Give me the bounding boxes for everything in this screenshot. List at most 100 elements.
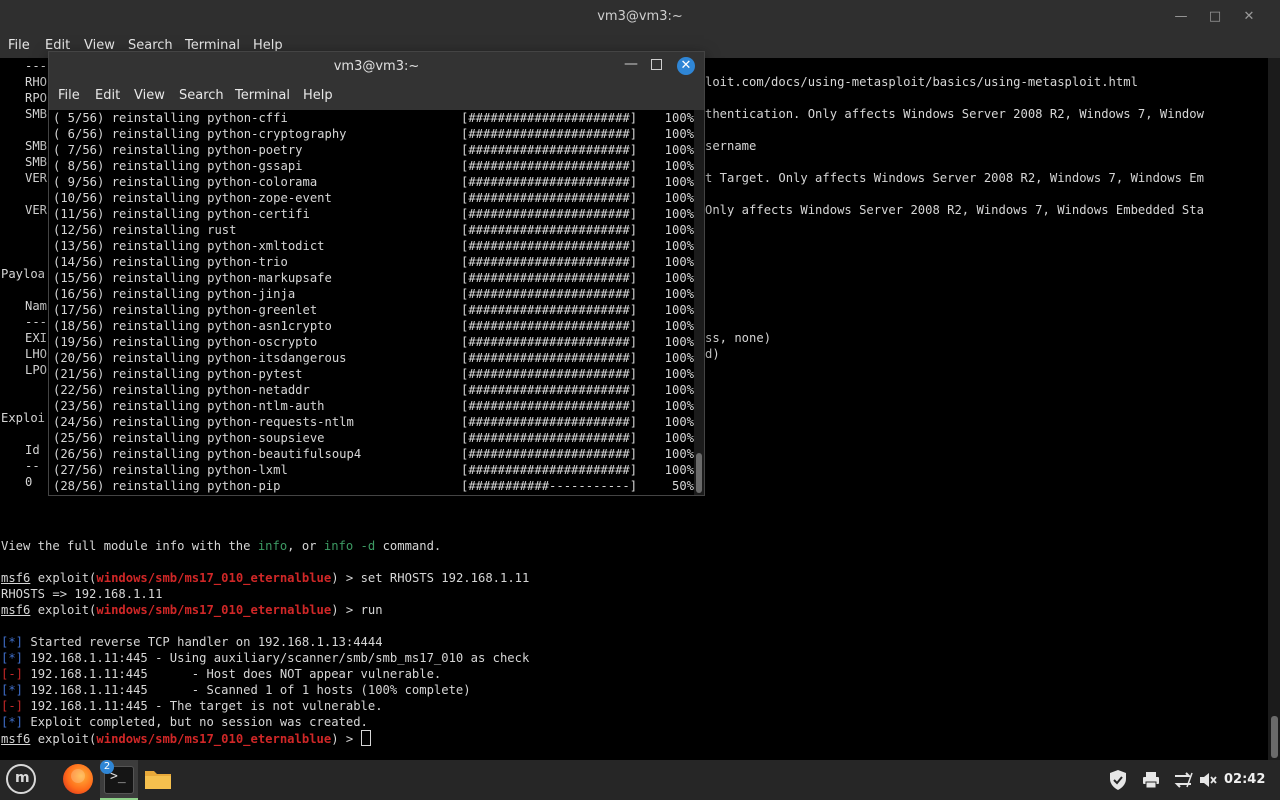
bg-menu-terminal[interactable]: Terminal xyxy=(185,38,240,53)
package-line: ( 8/56) reinstalling python-gssapi [#####… xyxy=(53,159,694,173)
bg-left-fragment: Nam xyxy=(25,299,48,313)
fg-menu-terminal[interactable]: Terminal xyxy=(235,88,290,103)
package-line: (21/56) reinstalling python-pytest [#####… xyxy=(53,367,694,381)
bg-left-fragment: --- xyxy=(25,59,48,73)
window-count-badge: 2 xyxy=(100,760,114,774)
close-icon[interactable]: ✕ xyxy=(677,57,695,75)
set-result: RHOSTS => 192.168.1.11 xyxy=(1,587,163,601)
fg-menu-view[interactable]: View xyxy=(134,88,165,103)
minimize-icon[interactable]: — xyxy=(623,56,639,78)
volume-mute-icon[interactable] xyxy=(1199,771,1217,789)
cmd-set: set RHOSTS 192.168.1.11 xyxy=(360,571,530,585)
progress-percent: 100% xyxy=(664,383,694,397)
bg-left-fragment: Payloa xyxy=(1,267,46,281)
progress-bar: [######################] xyxy=(461,447,638,461)
progress-percent: 100% xyxy=(664,303,694,317)
info-cmd: info xyxy=(257,539,288,553)
progress-percent: 100% xyxy=(664,143,694,157)
info-tag: [*] xyxy=(1,715,24,729)
package-line: ( 6/56) reinstalling python-cryptography… xyxy=(53,127,694,141)
shield-icon[interactable] xyxy=(1108,769,1128,791)
bg-left-fragment: VER xyxy=(25,171,48,185)
bg-left-fragment: VER xyxy=(25,203,48,217)
prompt-line-set: msf6 exploit(windows/smb/ms17_010_eterna… xyxy=(1,571,530,585)
bg-scroll-thumb[interactable] xyxy=(1271,716,1278,758)
progress-bar: [######################] xyxy=(461,127,638,141)
progress-bar: [######################] xyxy=(461,175,638,189)
bg-menu-view[interactable]: View xyxy=(84,38,115,53)
info-line: View the full module info with the info,… xyxy=(1,539,442,553)
progress-bar: [######################] xyxy=(461,319,638,333)
progress-percent: 50% xyxy=(671,479,694,493)
taskbar: m >_ 2 02:42 xyxy=(0,760,1280,800)
bg-scrollbar[interactable] xyxy=(1268,58,1280,760)
bg-right-fragment: sername xyxy=(705,139,757,153)
maximize-icon[interactable]: □ xyxy=(1204,6,1226,28)
output-line: [-] 192.168.1.11:445 - Host does NOT app… xyxy=(1,667,442,681)
progress-percent: 100% xyxy=(664,239,694,253)
package-line: (18/56) reinstalling python-asn1crypto [#… xyxy=(53,319,694,333)
progress-percent: 100% xyxy=(664,255,694,269)
progress-percent: 100% xyxy=(664,399,694,413)
bg-window-controls: — □ ✕ xyxy=(1170,6,1280,28)
bg-left-fragment: Exploi xyxy=(1,411,46,425)
bg-right-fragment: t Target. Only affects Windows Server 20… xyxy=(705,171,1204,185)
package-line: (16/56) reinstalling python-jinja [######… xyxy=(53,287,694,301)
package-line: (23/56) reinstalling python-ntlm-auth [##… xyxy=(53,399,694,413)
bg-menu-search[interactable]: Search xyxy=(128,38,173,53)
clock[interactable]: 02:42 xyxy=(1224,772,1265,787)
bg-menu-file[interactable]: File xyxy=(8,38,30,53)
bg-menu-help[interactable]: Help xyxy=(253,38,283,53)
cmd-run: run xyxy=(360,603,383,617)
folder-icon[interactable] xyxy=(144,768,172,790)
progress-percent: 100% xyxy=(664,111,694,125)
fg-menu-search[interactable]: Search xyxy=(179,88,224,103)
error-tag: [-] xyxy=(1,699,24,713)
package-line: (19/56) reinstalling python-oscrypto [###… xyxy=(53,335,694,349)
fg-window-title: vm3@vm3:~ xyxy=(333,59,420,74)
bg-left-fragment: SMB xyxy=(25,107,48,121)
progress-bar: [###########-----------] xyxy=(461,479,638,493)
progress-percent: 100% xyxy=(664,335,694,349)
output-line: [*] 192.168.1.11:445 - Using auxiliary/s… xyxy=(1,651,530,665)
package-line: (25/56) reinstalling python-soupsieve [##… xyxy=(53,431,694,445)
package-line: (24/56) reinstalling python-requests-ntl… xyxy=(53,415,694,429)
fg-menu-file[interactable]: File xyxy=(58,88,80,103)
progress-percent: 100% xyxy=(664,367,694,381)
output-line: [-] 192.168.1.11:445 - The target is not… xyxy=(1,699,383,713)
bg-title-bar[interactable]: vm3@vm3:~ — □ ✕ xyxy=(0,0,1280,34)
package-line: (13/56) reinstalling python-xmltodict [##… xyxy=(53,239,694,253)
printer-icon[interactable] xyxy=(1142,771,1160,789)
fg-menu-help[interactable]: Help xyxy=(303,88,333,103)
close-icon[interactable]: ✕ xyxy=(1238,6,1260,28)
output-line: [*] Exploit completed, but no session wa… xyxy=(1,715,368,729)
progress-percent: 100% xyxy=(664,159,694,173)
bg-right-fragment: thentication. Only affects Windows Serve… xyxy=(705,107,1204,121)
fg-terminal-area[interactable]: ( 5/56) reinstalling python-cffi [#######… xyxy=(49,110,694,495)
foreground-terminal-window[interactable]: vm3@vm3:~ — ✕ File Edit View Search Term… xyxy=(49,52,704,495)
maximize-icon[interactable] xyxy=(651,59,662,70)
firefox-icon[interactable] xyxy=(63,764,93,794)
fg-menu-edit[interactable]: Edit xyxy=(95,88,120,103)
bg-right-fragment: loit.com/docs/using-metasploit/basics/us… xyxy=(705,75,1138,89)
bg-menu-edit[interactable]: Edit xyxy=(45,38,70,53)
progress-bar: [######################] xyxy=(461,367,638,381)
progress-bar: [######################] xyxy=(461,207,638,221)
fg-scrollbar[interactable] xyxy=(694,110,704,495)
fg-scroll-thumb[interactable] xyxy=(696,453,702,493)
network-icon[interactable] xyxy=(1173,771,1193,789)
minimize-icon[interactable]: — xyxy=(1170,6,1192,28)
bg-left-fragment: Id xyxy=(25,443,40,457)
info-tag: [*] xyxy=(1,683,24,697)
terminal-taskbar-button[interactable]: >_ 2 xyxy=(100,760,138,800)
error-tag: [-] xyxy=(1,667,24,681)
mint-menu-icon[interactable]: m xyxy=(6,764,36,794)
progress-percent: 100% xyxy=(664,191,694,205)
progress-percent: 100% xyxy=(664,271,694,285)
prompt-line-active[interactable]: msf6 exploit(windows/smb/ms17_010_eterna… xyxy=(1,730,371,746)
progress-percent: 100% xyxy=(664,287,694,301)
package-line: ( 5/56) reinstalling python-cffi [#######… xyxy=(53,111,694,125)
bg-right-fragment: Only affects Windows Server 2008 R2, Win… xyxy=(705,203,1204,217)
progress-percent: 100% xyxy=(664,351,694,365)
fg-title-bar[interactable]: vm3@vm3:~ — ✕ xyxy=(49,52,704,82)
